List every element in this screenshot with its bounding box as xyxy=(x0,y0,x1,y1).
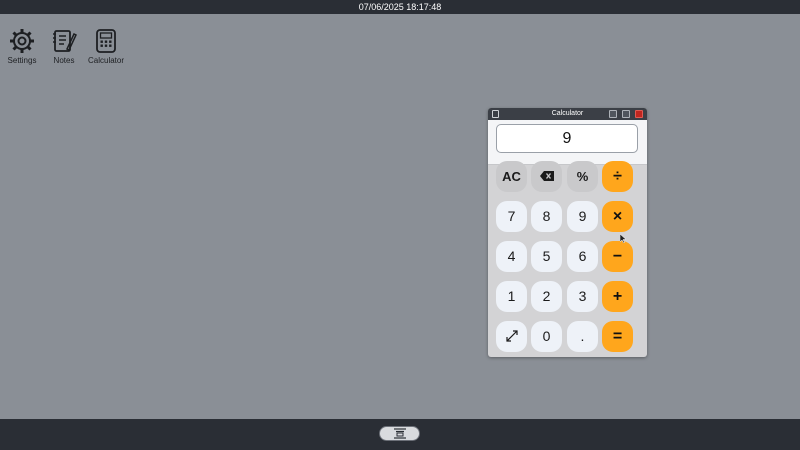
notes-icon xyxy=(53,30,77,52)
expand-icon xyxy=(505,330,518,342)
desktop-icon-calculator[interactable]: Calculator xyxy=(84,28,128,65)
display-area: 9 xyxy=(488,120,647,165)
desktop-icon-notes[interactable]: Notes xyxy=(42,28,86,65)
digit-6-button[interactable]: 6 xyxy=(567,241,598,272)
desktop-icon-label: Calculator xyxy=(87,56,124,65)
digit-1-button[interactable]: 1 xyxy=(496,281,527,312)
minimize-button[interactable] xyxy=(609,110,617,118)
calculator-icon xyxy=(96,29,116,53)
equals-button[interactable]: = xyxy=(602,321,633,352)
multiply-button[interactable]: × xyxy=(602,201,633,232)
desktop-icon-label: Settings xyxy=(7,56,37,65)
launcher-icon xyxy=(393,428,406,439)
divide-button[interactable]: ÷ xyxy=(602,161,633,192)
minus-button[interactable]: − xyxy=(602,241,633,272)
window-titlebar[interactable]: Calculator xyxy=(488,108,647,120)
desktop-icon-settings[interactable]: Settings xyxy=(0,28,44,65)
digit-9-button[interactable]: 9 xyxy=(567,201,598,232)
digit-3-button[interactable]: 3 xyxy=(567,281,598,312)
ac-button[interactable]: AC xyxy=(496,161,527,192)
clock-datetime: 07/06/2025 18:17:48 xyxy=(358,2,442,12)
mouse-cursor-icon xyxy=(620,234,626,243)
gear-icon xyxy=(10,29,34,53)
maximize-button[interactable] xyxy=(622,110,630,118)
digit-4-button[interactable]: 4 xyxy=(496,241,527,272)
decimal-point-button[interactable]: . xyxy=(567,321,598,352)
digit-8-button[interactable]: 8 xyxy=(531,201,562,232)
app-launcher-button[interactable] xyxy=(379,426,420,441)
digit-5-button[interactable]: 5 xyxy=(531,241,562,272)
desktop-icon-label: Notes xyxy=(53,56,75,65)
top-bar: 07/06/2025 18:17:48 xyxy=(0,0,800,14)
digit-2-button[interactable]: 2 xyxy=(531,281,562,312)
backspace-icon xyxy=(539,171,554,181)
calculator-window: Calculator 9 AC % ÷ 7 8 9 × 4 5 6 − 1 2 … xyxy=(488,108,647,357)
digit-7-button[interactable]: 7 xyxy=(496,201,527,232)
backspace-button[interactable] xyxy=(531,161,562,192)
digit-0-button[interactable]: 0 xyxy=(531,321,562,352)
percent-button[interactable]: % xyxy=(567,161,598,192)
close-button[interactable] xyxy=(635,110,643,118)
expand-button[interactable] xyxy=(496,321,527,352)
calculator-display: 9 xyxy=(496,124,638,153)
plus-button[interactable]: + xyxy=(602,281,633,312)
bottom-dock xyxy=(0,419,800,450)
